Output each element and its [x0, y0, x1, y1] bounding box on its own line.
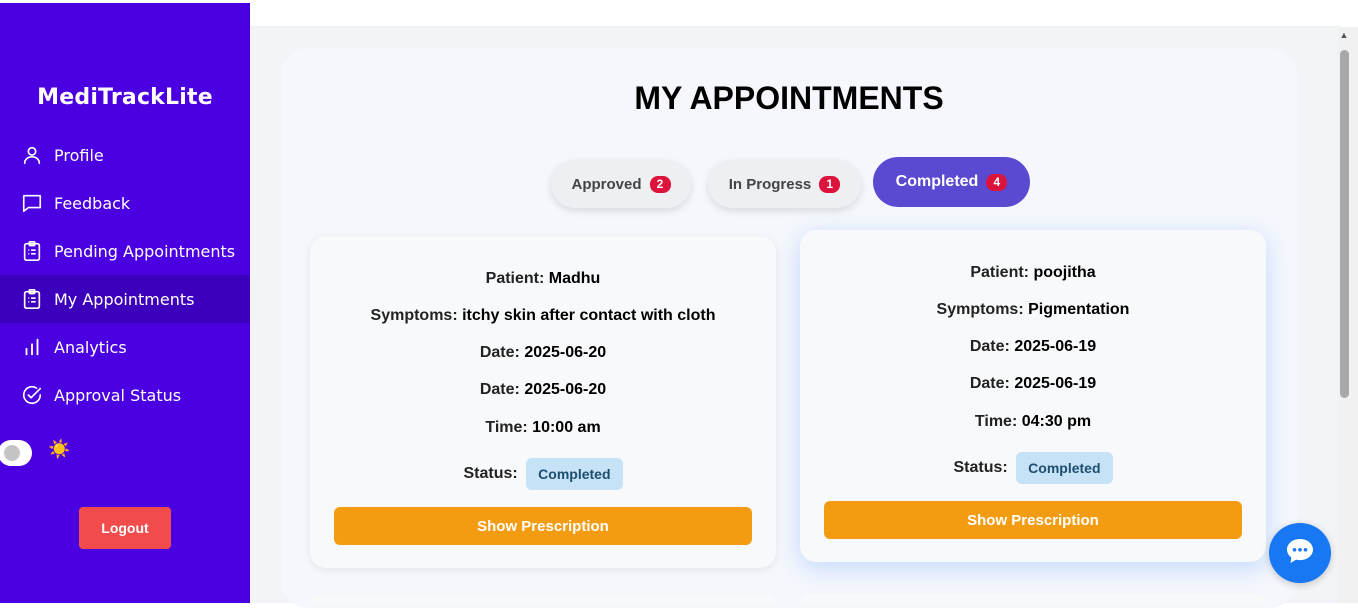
chat-bubble-icon [1285, 537, 1315, 570]
sidebar-item-label: Profile [54, 145, 104, 165]
time-line: Time: 04:30 pm [974, 413, 1092, 430]
date-value: 2025-06-19 [1014, 375, 1097, 392]
sidebar-item-my-appointments[interactable]: My Appointments [0, 275, 250, 323]
message-square-icon [20, 191, 44, 215]
chat-button[interactable] [1269, 523, 1331, 583]
user-icon [20, 143, 44, 167]
show-prescription-button[interactable]: Show Prescription [334, 507, 752, 545]
patient-line: Patient: poojitha [970, 264, 1096, 281]
appointment-card-partial [800, 594, 1266, 606]
tab-label: Completed [895, 173, 979, 190]
app-brand: MediTrackLite [37, 85, 213, 110]
tab-label: Approved [571, 175, 642, 193]
top-bar [250, 0, 1340, 27]
sidebar-item-label: Analytics [54, 337, 127, 357]
status-line: Status: Completed [310, 458, 776, 490]
bar-chart-icon [20, 335, 44, 359]
toggle-knob [4, 445, 20, 461]
date-value: 2025-06-20 [524, 344, 607, 361]
time-line: Time: 10:00 am [485, 419, 601, 436]
sidebar-item-feedback[interactable]: Feedback [0, 179, 250, 227]
logout-button[interactable]: Logout [79, 507, 171, 549]
date-line: Date: 2025-06-19 [969, 338, 1097, 355]
date-value: 2025-06-20 [524, 381, 607, 398]
time-value: 04:30 pm [1021, 413, 1092, 430]
appointment-card-partial [310, 594, 776, 606]
status-badge: Completed [1016, 452, 1113, 484]
appointment-card: Patient: poojitha Symptoms: Pigmentation… [800, 230, 1266, 562]
sidebar-item-analytics[interactable]: Analytics [0, 323, 250, 371]
status-badge: Completed [526, 458, 623, 490]
patient-line: Patient: Madhu [485, 270, 601, 287]
date-value: 2025-06-19 [1014, 338, 1097, 355]
date-line: Date: 2025-06-20 [479, 381, 607, 398]
theme-toggle[interactable] [0, 440, 32, 466]
clipboard-list-icon [20, 287, 44, 311]
page-title: MY APPOINTMENTS [634, 80, 944, 116]
sidebar-item-pending-appointments[interactable]: Pending Appointments [0, 227, 250, 275]
status-line: Status: Completed [800, 452, 1266, 484]
scrollbar-thumb[interactable] [1340, 50, 1349, 398]
scroll-up-arrow-icon[interactable]: ▲ [1338, 30, 1350, 42]
tab-in-progress[interactable]: In Progress 1 [708, 160, 861, 208]
sidebar-item-label: Pending Appointments [54, 241, 236, 261]
count-badge: 2 [649, 175, 671, 193]
count-badge: 1 [819, 175, 841, 193]
sun-icon: ☀️ [48, 439, 71, 459]
sidebar-item-label: My Appointments [54, 289, 195, 309]
sidebar-item-approval-status[interactable]: Approval Status [0, 371, 250, 419]
show-prescription-button[interactable]: Show Prescription [824, 501, 1242, 539]
tab-approved[interactable]: Approved 2 [551, 160, 691, 208]
time-value: 10:00 am [532, 419, 601, 436]
sidebar-item-label: Approval Status [54, 385, 182, 405]
symptoms-line: Symptoms: itchy skin after contact with … [370, 307, 716, 324]
count-badge: 4 [986, 173, 1008, 191]
symptoms-value: itchy skin after contact with cloth [462, 307, 716, 324]
sidebar-item-profile[interactable]: Profile [0, 131, 250, 179]
appointment-card: Patient: Madhu Symptoms: itchy skin afte… [310, 236, 776, 568]
symptoms-value: Pigmentation [1028, 301, 1130, 318]
date-line: Date: 2025-06-19 [969, 375, 1097, 392]
tab-label: In Progress [728, 175, 812, 193]
patient-name: poojitha [1033, 264, 1096, 281]
tab-completed[interactable]: Completed 4 [873, 157, 1030, 207]
clipboard-list-icon [20, 239, 44, 263]
sidebar-item-label: Feedback [54, 193, 131, 213]
patient-name: Madhu [548, 270, 601, 287]
sidebar: MediTrackLite Profile Feedback Pending A… [0, 3, 250, 603]
symptoms-line: Symptoms: Pigmentation [936, 301, 1130, 318]
date-line: Date: 2025-06-20 [479, 344, 607, 361]
check-circle-icon [20, 383, 44, 407]
